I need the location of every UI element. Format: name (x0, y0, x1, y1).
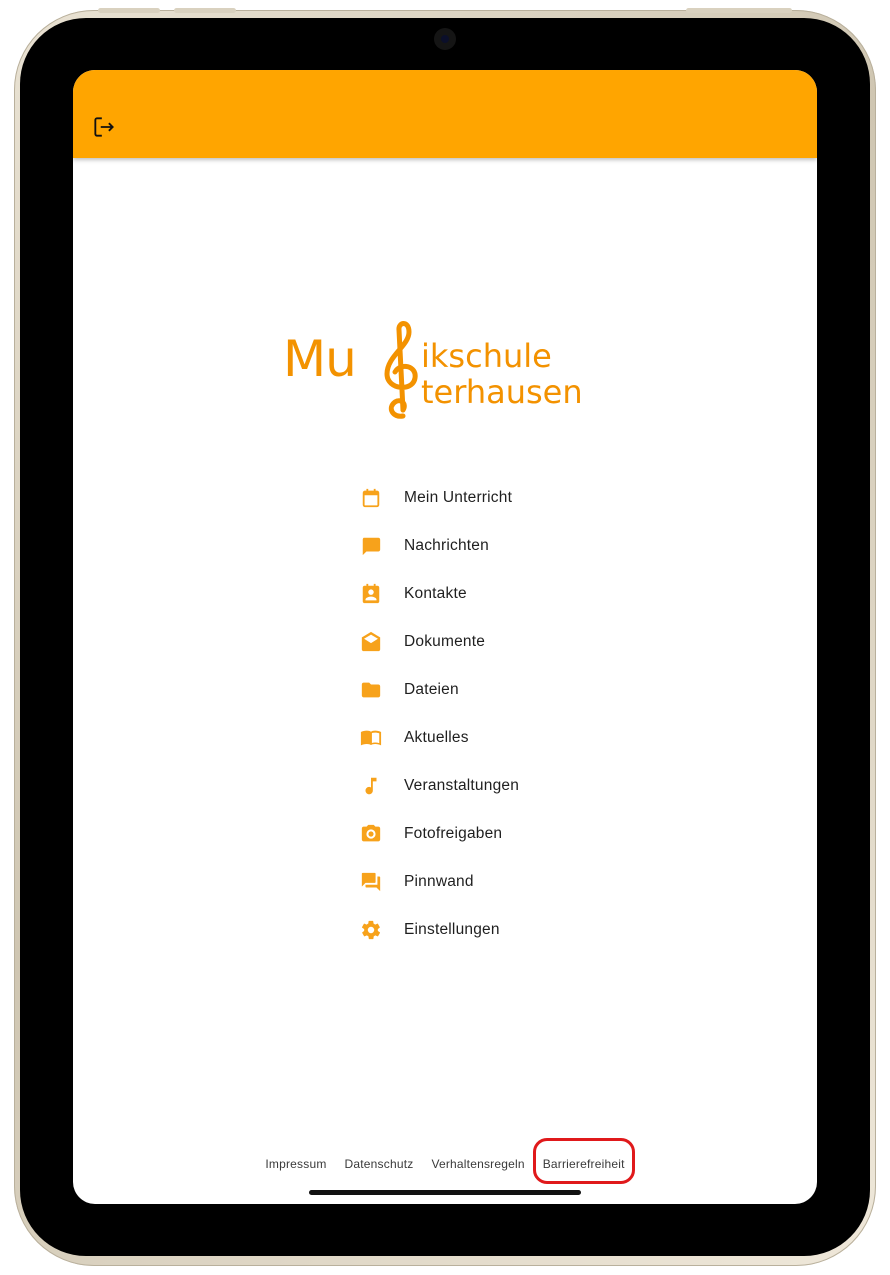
menu-item-label: Mein Unterricht (404, 489, 513, 506)
volume-button (174, 8, 236, 13)
camera-icon (359, 822, 383, 846)
menu-item-dokumente[interactable]: Dokumente (359, 618, 659, 666)
gear-icon (359, 918, 383, 942)
logo-text-mu: Mu (283, 330, 357, 388)
menu-item-pinnwand[interactable]: Pinnwand (359, 858, 659, 906)
app-bar (73, 70, 817, 158)
verhaltensregeln-link[interactable]: Verhaltensregeln (431, 1157, 524, 1171)
menu-item-label: Einstellungen (404, 921, 500, 938)
logo-text-line1: ikschule (421, 337, 552, 375)
menu-item-kontakte[interactable]: Kontakte (359, 570, 659, 618)
impressum-link[interactable]: Impressum (265, 1157, 326, 1171)
menu-item-aktuelles[interactable]: Aktuelles (359, 714, 659, 762)
music-note-icon (359, 774, 383, 798)
open-envelope-icon (359, 630, 383, 654)
menu-item-veranstaltungen[interactable]: Veranstaltungen (359, 762, 659, 810)
app-screen: Mu ikschule terhausen Mein Unterricht Na… (73, 70, 817, 1204)
menu-item-label: Aktuelles (404, 729, 469, 746)
forum-icon (359, 870, 383, 894)
home-indicator (309, 1190, 581, 1195)
barrierefreiheit-link[interactable]: Barrierefreiheit (532, 1138, 635, 1184)
logout-button[interactable] (91, 114, 117, 140)
music-school-logo: Mu ikschule terhausen (283, 320, 613, 424)
logo-text-line2: terhausen (421, 373, 583, 411)
volume-button (98, 8, 160, 13)
menu-item-label: Dokumente (404, 633, 486, 650)
menu-item-label: Nachrichten (404, 537, 489, 554)
folder-icon (359, 678, 383, 702)
datenschutz-link[interactable]: Datenschutz (345, 1157, 414, 1171)
treble-clef-icon (384, 321, 418, 419)
logout-icon (94, 117, 114, 137)
menu-item-label: Veranstaltungen (404, 777, 520, 794)
footer-links: Impressum Datenschutz Verhaltensregeln B… (73, 1138, 817, 1184)
menu-item-label: Dateien (404, 681, 459, 698)
chat-bubble-icon (359, 534, 383, 558)
contact-card-icon (359, 582, 383, 606)
menu-item-einstellungen[interactable]: Einstellungen (359, 906, 659, 954)
menu-item-label: Fotofreigaben (404, 825, 503, 842)
calendar-icon (359, 486, 383, 510)
open-book-icon (359, 726, 383, 750)
menu-item-label: Pinnwand (404, 873, 474, 890)
power-button (686, 8, 792, 13)
menu-item-dateien[interactable]: Dateien (359, 666, 659, 714)
main-menu: Mein Unterricht Nachrichten Kontakte Dok… (359, 474, 659, 954)
front-camera (434, 28, 456, 50)
menu-item-label: Kontakte (404, 585, 467, 602)
menu-item-nachrichten[interactable]: Nachrichten (359, 522, 659, 570)
menu-item-fotofreigaben[interactable]: Fotofreigaben (359, 810, 659, 858)
menu-item-mein-unterricht[interactable]: Mein Unterricht (359, 474, 659, 522)
